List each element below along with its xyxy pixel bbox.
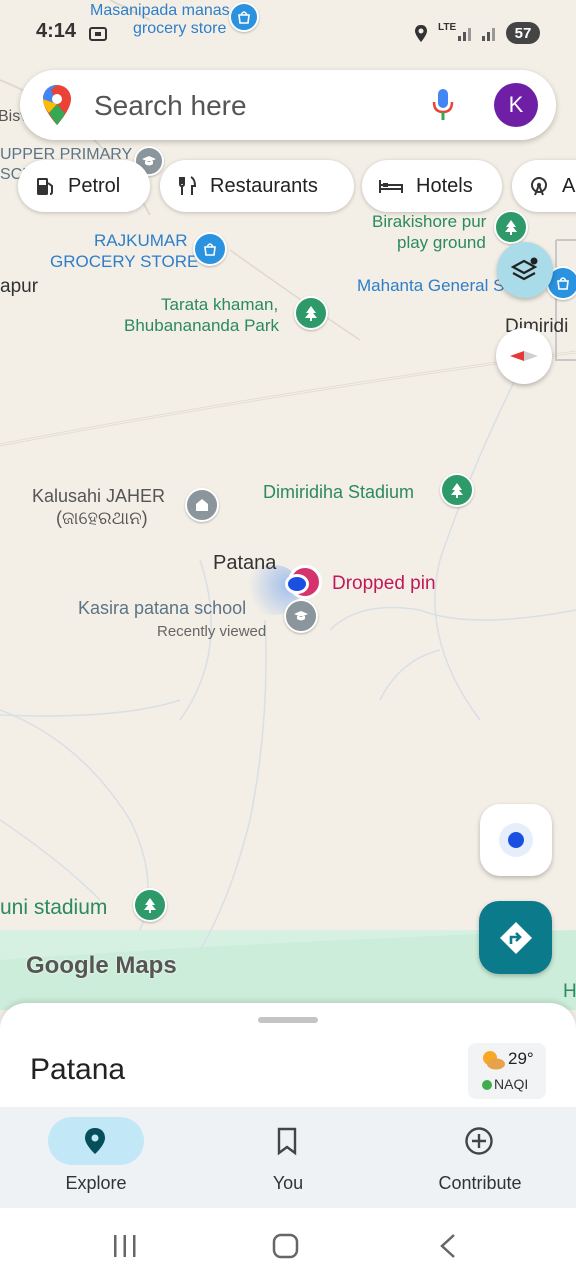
account-avatar[interactable]: K	[494, 83, 538, 127]
bookmark-icon	[277, 1127, 297, 1156]
chip-petrol[interactable]: Petrol	[18, 160, 150, 212]
add-circle-icon	[465, 1127, 493, 1155]
worship-icon[interactable]	[185, 488, 219, 522]
map-label-recently-viewed: Recently viewed	[157, 623, 267, 640]
chip-label: Restaurants	[210, 174, 318, 197]
map-label-mahanta[interactable]: Mahanta General S	[357, 275, 504, 296]
map-label-birakishore[interactable]: Birakishore pur	[372, 211, 486, 232]
hotel-bed-icon	[379, 180, 403, 193]
map-label-edge-h: H	[563, 981, 576, 1002]
microphone-icon[interactable]	[432, 88, 454, 122]
fuel-icon	[37, 178, 53, 195]
map-label-uni-stadium[interactable]: uni stadium	[0, 897, 107, 918]
nav-contribute[interactable]: Contribute	[384, 1107, 576, 1208]
map-label-school[interactable]: Kasira patana school	[78, 598, 246, 619]
status-time: 4:14	[36, 20, 77, 42]
park-icon[interactable]	[440, 473, 474, 507]
bottom-nav: Explore You Contribute	[0, 1107, 576, 1208]
system-nav-bar	[0, 1208, 576, 1280]
my-location-button[interactable]	[480, 804, 552, 876]
nav-label: You	[272, 1173, 304, 1193]
map-label-kalusahi[interactable]: Kalusahi JAHER	[32, 486, 165, 507]
aqi-status-dot	[482, 1080, 492, 1090]
chip-hotels[interactable]: Hotels	[362, 160, 502, 212]
chip-restaurants[interactable]: Restaurants	[160, 160, 354, 212]
location-dot-icon	[499, 823, 533, 857]
nav-explore[interactable]: Explore	[0, 1107, 192, 1208]
nav-label: Explore	[65, 1173, 127, 1193]
google-maps-logo: Google Maps	[26, 952, 177, 979]
park-icon[interactable]	[294, 296, 328, 330]
map-label-dropped-pin[interactable]: Dropped pin	[332, 573, 436, 594]
bottom-sheet[interactable]: Patana 29° NAQI	[0, 1003, 576, 1109]
screenshot-icon	[89, 27, 107, 41]
ferris-wheel-icon	[531, 177, 547, 196]
map-label-stadium[interactable]: Dimiridiha Stadium	[263, 482, 414, 503]
network-type: LTE	[438, 22, 457, 33]
chip-attractions[interactable]: A	[512, 160, 576, 212]
search-input[interactable]: Search here	[94, 90, 247, 122]
map-label-kalusahi-2[interactable]: (ଜାହେରଥାନ)	[56, 508, 148, 529]
chip-label: A	[562, 174, 576, 197]
signal-icon	[458, 28, 495, 41]
compass-button[interactable]	[496, 328, 552, 384]
park-icon[interactable]	[133, 888, 167, 922]
grocery-icon[interactable]	[193, 232, 227, 266]
layers-icon	[510, 257, 538, 281]
layers-button[interactable]	[497, 242, 553, 298]
maps-pin-logo-icon	[43, 85, 71, 125]
map-label-tarata[interactable]: Tarata khaman,	[161, 294, 278, 315]
sheet-drag-handle[interactable]	[258, 1017, 318, 1023]
map-label-tarata-2[interactable]: Bhubanananda Park	[124, 315, 279, 336]
map-label-rajkumar-2[interactable]: GROCERY STORE	[50, 251, 198, 272]
battery-indicator: 57	[506, 22, 540, 44]
map-label-birakishore-2[interactable]: play ground	[397, 232, 486, 253]
current-location-dot	[285, 574, 309, 594]
map-label-patana[interactable]: Patana	[213, 553, 276, 574]
temperature: 29°	[508, 1049, 534, 1068]
map-label-apur: apur	[0, 276, 39, 297]
compass-icon	[510, 351, 538, 361]
sheet-title: Patana	[30, 1053, 126, 1086]
recent-apps-icon[interactable]	[112, 1234, 138, 1258]
directions-button[interactable]	[479, 901, 552, 974]
chip-label: Petrol	[68, 174, 121, 197]
map-label-rajkumar[interactable]: RAJKUMAR	[94, 230, 188, 251]
partly-cloudy-icon	[483, 1051, 505, 1070]
home-icon[interactable]	[272, 1233, 300, 1259]
park-icon[interactable]	[494, 210, 528, 244]
school-icon[interactable]	[284, 599, 318, 633]
restaurant-icon	[179, 176, 197, 195]
aqi-label: NAQI	[494, 1076, 529, 1092]
search-bar[interactable]: Search here K	[20, 70, 556, 140]
status-bar: 4:14 LTE 57	[0, 0, 576, 64]
directions-icon	[499, 921, 532, 954]
chip-label: Hotels	[416, 174, 473, 197]
explore-pin-icon	[85, 1128, 105, 1154]
location-status-icon	[415, 25, 427, 42]
nav-label: Contribute	[438, 1173, 522, 1193]
weather-widget[interactable]: 29° NAQI	[468, 1043, 546, 1099]
back-icon[interactable]	[438, 1233, 458, 1259]
nav-you[interactable]: You	[192, 1107, 384, 1208]
